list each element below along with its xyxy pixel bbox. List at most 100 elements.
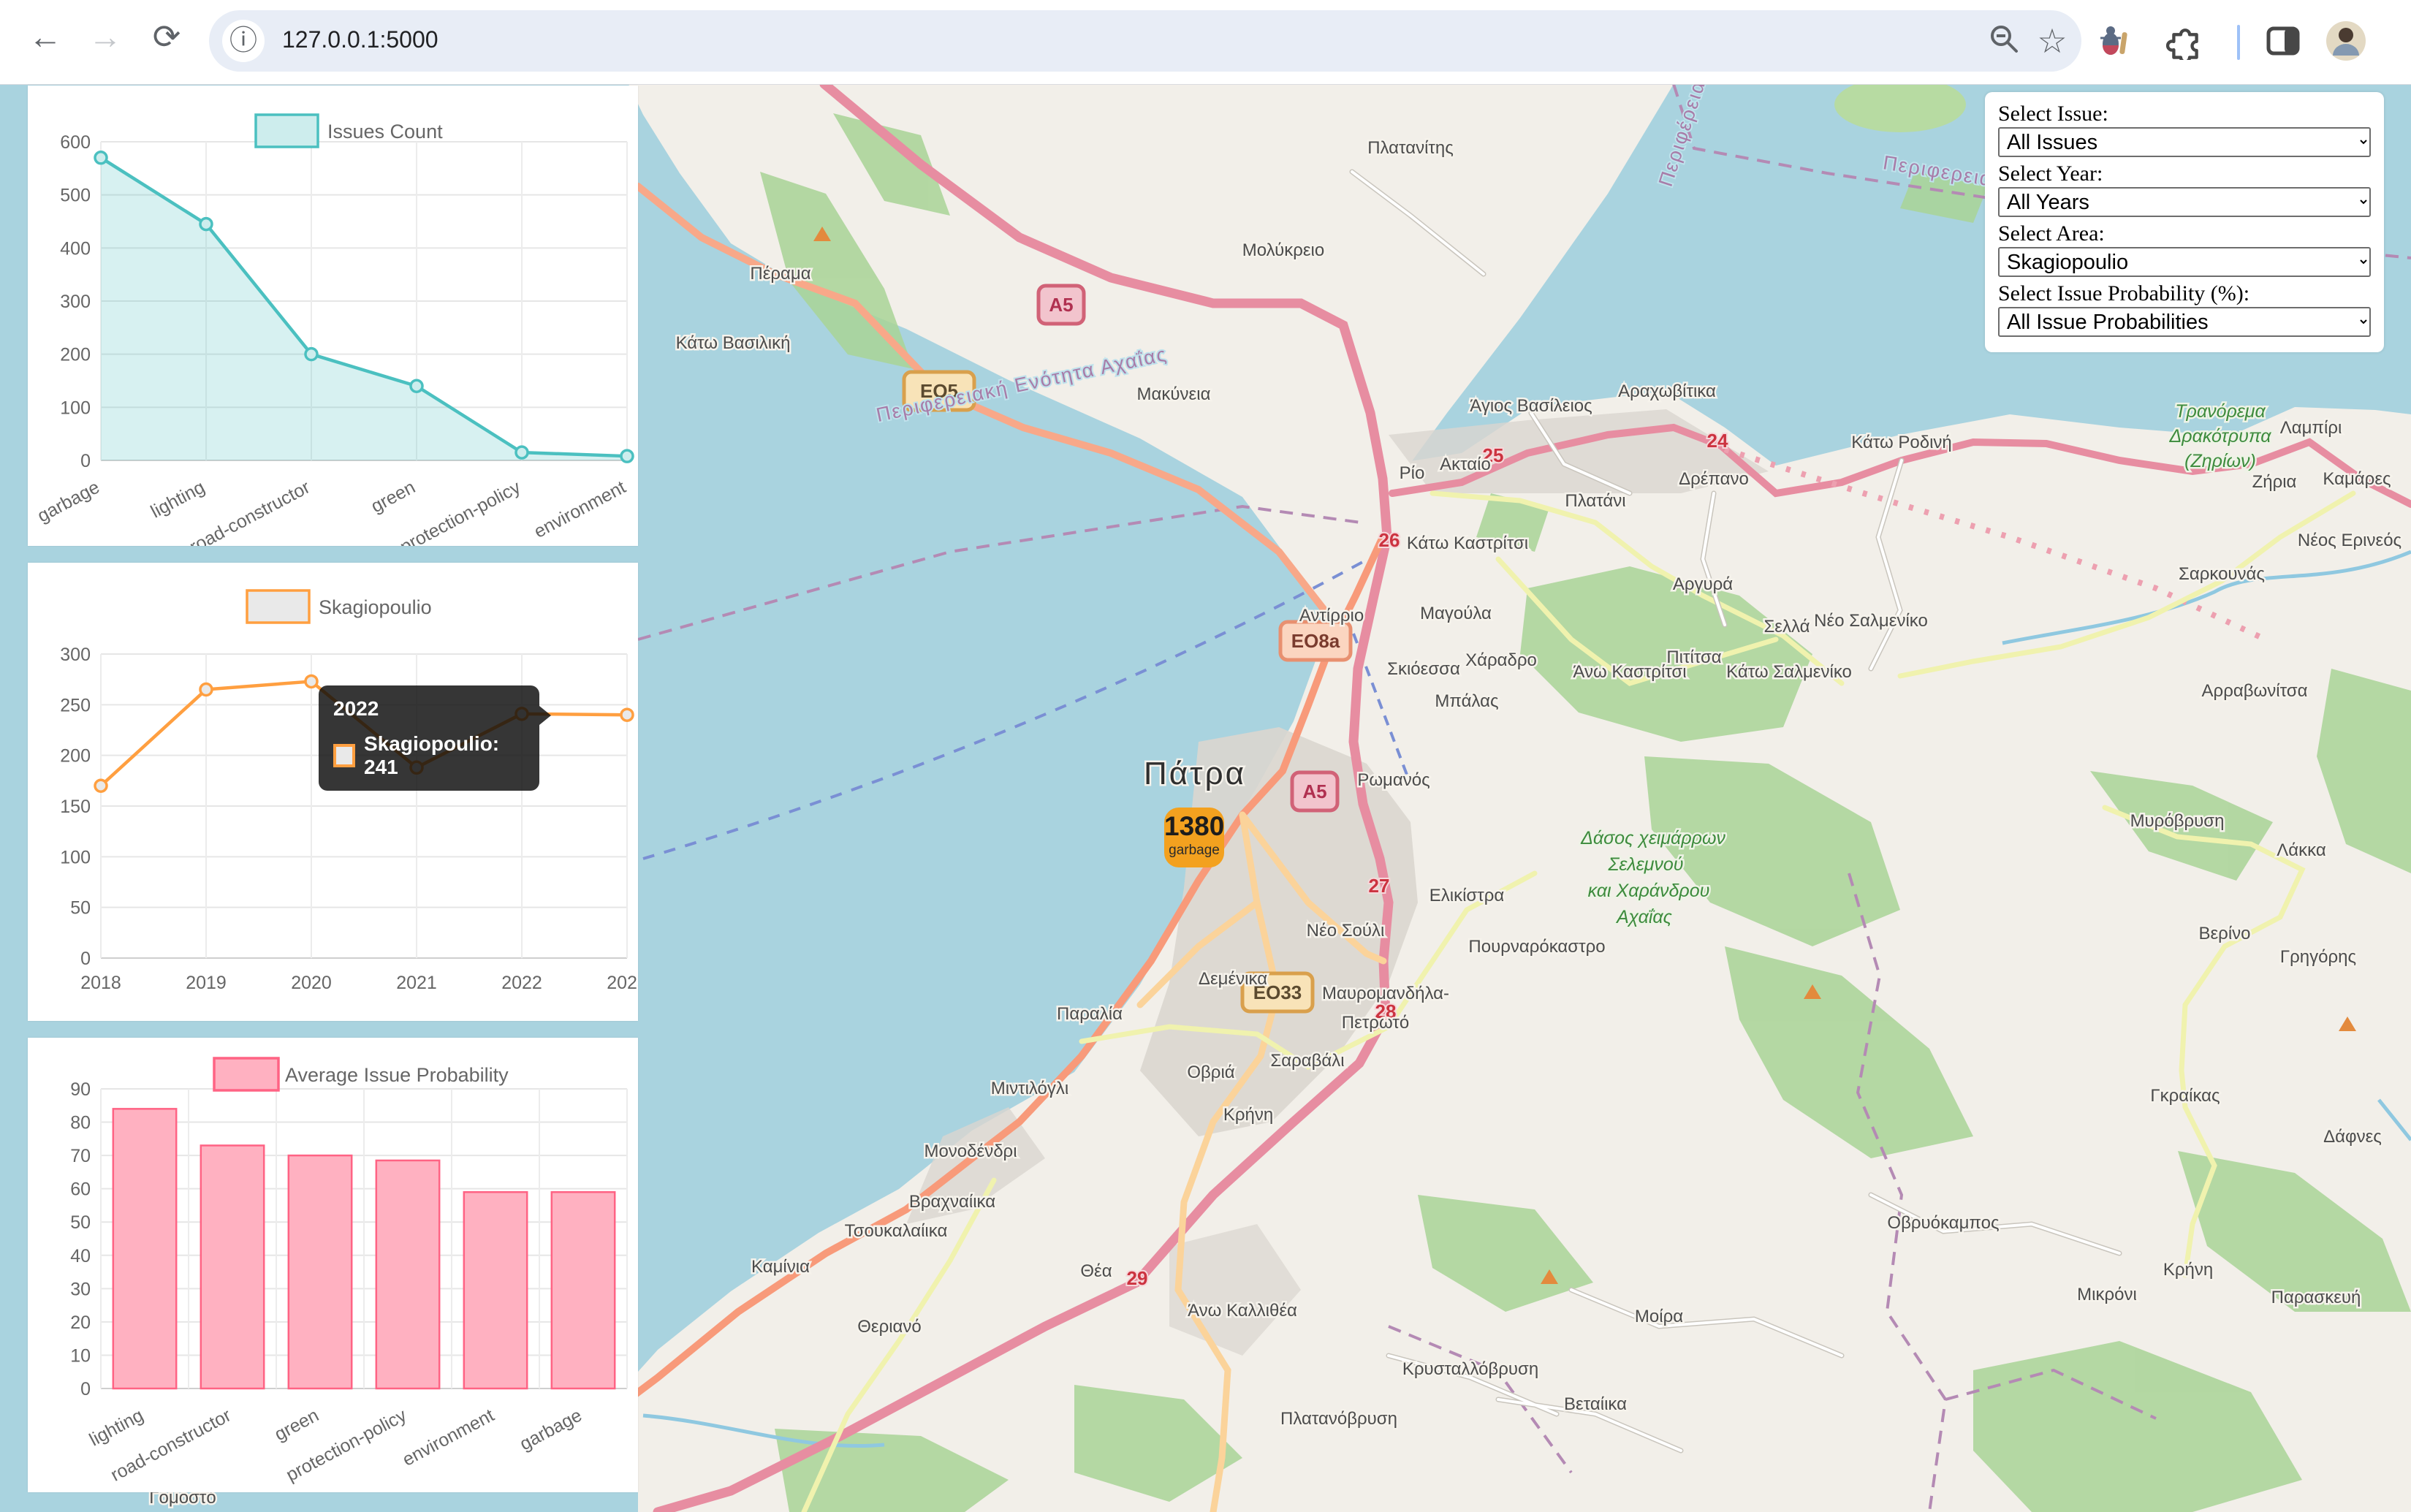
svg-text:500: 500 xyxy=(60,186,91,206)
map-label: Παρασκευή xyxy=(2271,1288,2361,1307)
map-issue-marker[interactable]: 1380 garbage xyxy=(1164,808,1224,867)
zoom-out-icon[interactable] xyxy=(1985,22,2023,60)
map-label: Λάκκα xyxy=(2277,840,2326,860)
map-label: Οβρυόκαμπος xyxy=(1887,1213,1999,1233)
map-label: Θέα xyxy=(1080,1261,1112,1281)
issues-count-chart-card: 0100200300400500600garbagelightingroad-c… xyxy=(28,86,638,546)
map-label: Θεριανό xyxy=(857,1317,922,1337)
svg-text:100: 100 xyxy=(60,398,91,418)
marker-count: 1380 xyxy=(1164,811,1224,842)
map-label: Νέος Ερινεός xyxy=(2298,531,2401,550)
map-label: Ρίο xyxy=(1400,463,1425,483)
svg-text:protection-policy: protection-policy xyxy=(397,476,524,546)
map-label: Πλατανόβρυση xyxy=(1280,1409,1397,1429)
svg-text:environment: environment xyxy=(531,477,629,542)
toolbar-divider xyxy=(2237,25,2240,60)
map-label: Δρέπανο xyxy=(1679,469,1749,489)
issue-select[interactable]: All Issues xyxy=(1998,127,2371,157)
extensions-puzzle-icon[interactable] xyxy=(2166,22,2204,60)
map-label: Βεταίικα xyxy=(1564,1394,1627,1414)
forward-icon[interactable]: → xyxy=(82,13,129,60)
svg-text:0: 0 xyxy=(80,451,91,471)
select-probability-label: Select Issue Probability (%): xyxy=(1998,281,2371,306)
debugger-extension-icon[interactable] xyxy=(2095,22,2133,60)
area-select[interactable]: Skagiopoulio xyxy=(1998,247,2371,277)
url-text[interactable]: 127.0.0.1:5000 xyxy=(282,26,438,53)
map-label: Κάτω Καστρίτσι xyxy=(1407,533,1528,553)
map-label: Κρήνη xyxy=(2163,1260,2213,1280)
map-label: Μυρόβρυση xyxy=(2130,811,2225,831)
map-label: Δρακότρυπα xyxy=(2169,426,2272,447)
svg-text:EO8a: EO8a xyxy=(1291,630,1340,652)
map-label: Γρηγόρης xyxy=(2280,947,2356,967)
map-label: Μονοδένδρι xyxy=(924,1141,1017,1161)
svg-text:2022: 2022 xyxy=(501,973,542,993)
map-label: Μαγούλα xyxy=(1420,604,1492,623)
svg-text:0: 0 xyxy=(80,949,91,969)
svg-text:70: 70 xyxy=(70,1146,91,1166)
svg-text:2023: 2023 xyxy=(607,973,638,993)
tooltip-value: Skagiopoulio: 241 xyxy=(364,732,525,779)
map-label: Άνω Καλλιθέα xyxy=(1188,1301,1297,1321)
map-label: Άγιος Βασίλειος xyxy=(1470,396,1592,416)
svg-text:50: 50 xyxy=(70,1212,91,1233)
map-label: (Ζηρίων) xyxy=(2184,451,2256,471)
site-info-icon[interactable]: ⓘ xyxy=(222,20,265,62)
map-label: Μοίρα xyxy=(1635,1307,1683,1326)
map-label: Ζήρια xyxy=(2252,472,2297,492)
svg-text:green: green xyxy=(271,1405,322,1445)
road-shield: A5 xyxy=(1039,286,1084,324)
map-label: Κάτω Ροδινή xyxy=(1851,433,1952,452)
map-label: Χάραδρο xyxy=(1465,650,1537,670)
map-label: Μαυρομανδήλα- xyxy=(1322,984,1449,1003)
marker-issue-type: garbage xyxy=(1164,843,1224,859)
bookmark-star-icon[interactable]: ☆ xyxy=(2033,22,2071,60)
svg-text:100: 100 xyxy=(60,847,91,867)
svg-text:lighting: lighting xyxy=(148,477,208,523)
probability-select[interactable]: All Issue Probabilities xyxy=(1998,307,2371,337)
road-number: 29 xyxy=(1127,1267,1148,1289)
svg-text:lighting: lighting xyxy=(86,1405,147,1451)
skagiopoulio-trend-chart[interactable]: 0501001502002503002018201920202021202220… xyxy=(28,563,638,1021)
map-label: Πλατανίτης xyxy=(1367,138,1454,158)
svg-text:garbage: garbage xyxy=(517,1405,585,1455)
road-shield: EO8a xyxy=(1280,622,1351,660)
svg-text:Average Issue Probability: Average Issue Probability xyxy=(285,1064,509,1086)
map-label: Νέο Σαλμενίκο xyxy=(1814,611,1928,631)
map-label: Πιτίτσα xyxy=(1666,647,1721,667)
area-trend-chart-card: 0501001502002503002018201920202021202220… xyxy=(28,563,638,1021)
map-label: Κάτω Βασιλική xyxy=(676,333,791,353)
browser-toolbar: ← → ⟳ ⓘ 127.0.0.1:5000 ☆ xyxy=(0,0,2411,85)
map-label: Πουρναρόκαστρο xyxy=(1468,937,1605,957)
select-area-label: Select Area: xyxy=(1998,221,2371,246)
svg-text:0: 0 xyxy=(80,1379,91,1399)
svg-text:2021: 2021 xyxy=(396,973,437,993)
select-year-label: Select Year: xyxy=(1998,161,2371,186)
tooltip-series-swatch xyxy=(333,744,355,767)
svg-text:600: 600 xyxy=(60,132,91,153)
svg-text:Skagiopoulio: Skagiopoulio xyxy=(319,596,432,618)
year-select[interactable]: All Years xyxy=(1998,187,2371,217)
map-label: Σελλά xyxy=(1763,617,1810,637)
side-panel-icon[interactable] xyxy=(2264,22,2302,60)
tooltip-title: 2022 xyxy=(333,697,525,721)
map-label: Λαμπίρι xyxy=(2280,418,2342,438)
reload-icon[interactable]: ⟳ xyxy=(143,13,190,60)
svg-text:80: 80 xyxy=(70,1113,91,1133)
map-label: Τρανόρεμα xyxy=(2175,401,2266,422)
map-label: Νέο Σούλι xyxy=(1307,921,1385,941)
map-label: Σαραβάλι xyxy=(1270,1051,1344,1071)
back-icon[interactable]: ← xyxy=(22,13,69,60)
road-number: 24 xyxy=(1707,430,1728,452)
issues-count-chart[interactable]: 0100200300400500600garbagelightingroad-c… xyxy=(28,86,638,546)
tooltip-caret xyxy=(539,706,551,725)
svg-text:60: 60 xyxy=(70,1179,91,1200)
url-bar[interactable]: ⓘ 127.0.0.1:5000 ☆ xyxy=(209,10,2081,72)
avg-issue-probability-chart[interactable]: 0102030405060708090lightingroad-construc… xyxy=(28,1038,638,1492)
svg-text:2020: 2020 xyxy=(291,973,332,993)
profile-avatar[interactable] xyxy=(2325,20,2363,58)
map-label: Κρήνη xyxy=(1223,1105,1273,1125)
svg-text:garbage: garbage xyxy=(34,477,103,527)
map-label: Μολύκρειο xyxy=(1242,240,1324,260)
road-number: 26 xyxy=(1379,529,1400,551)
